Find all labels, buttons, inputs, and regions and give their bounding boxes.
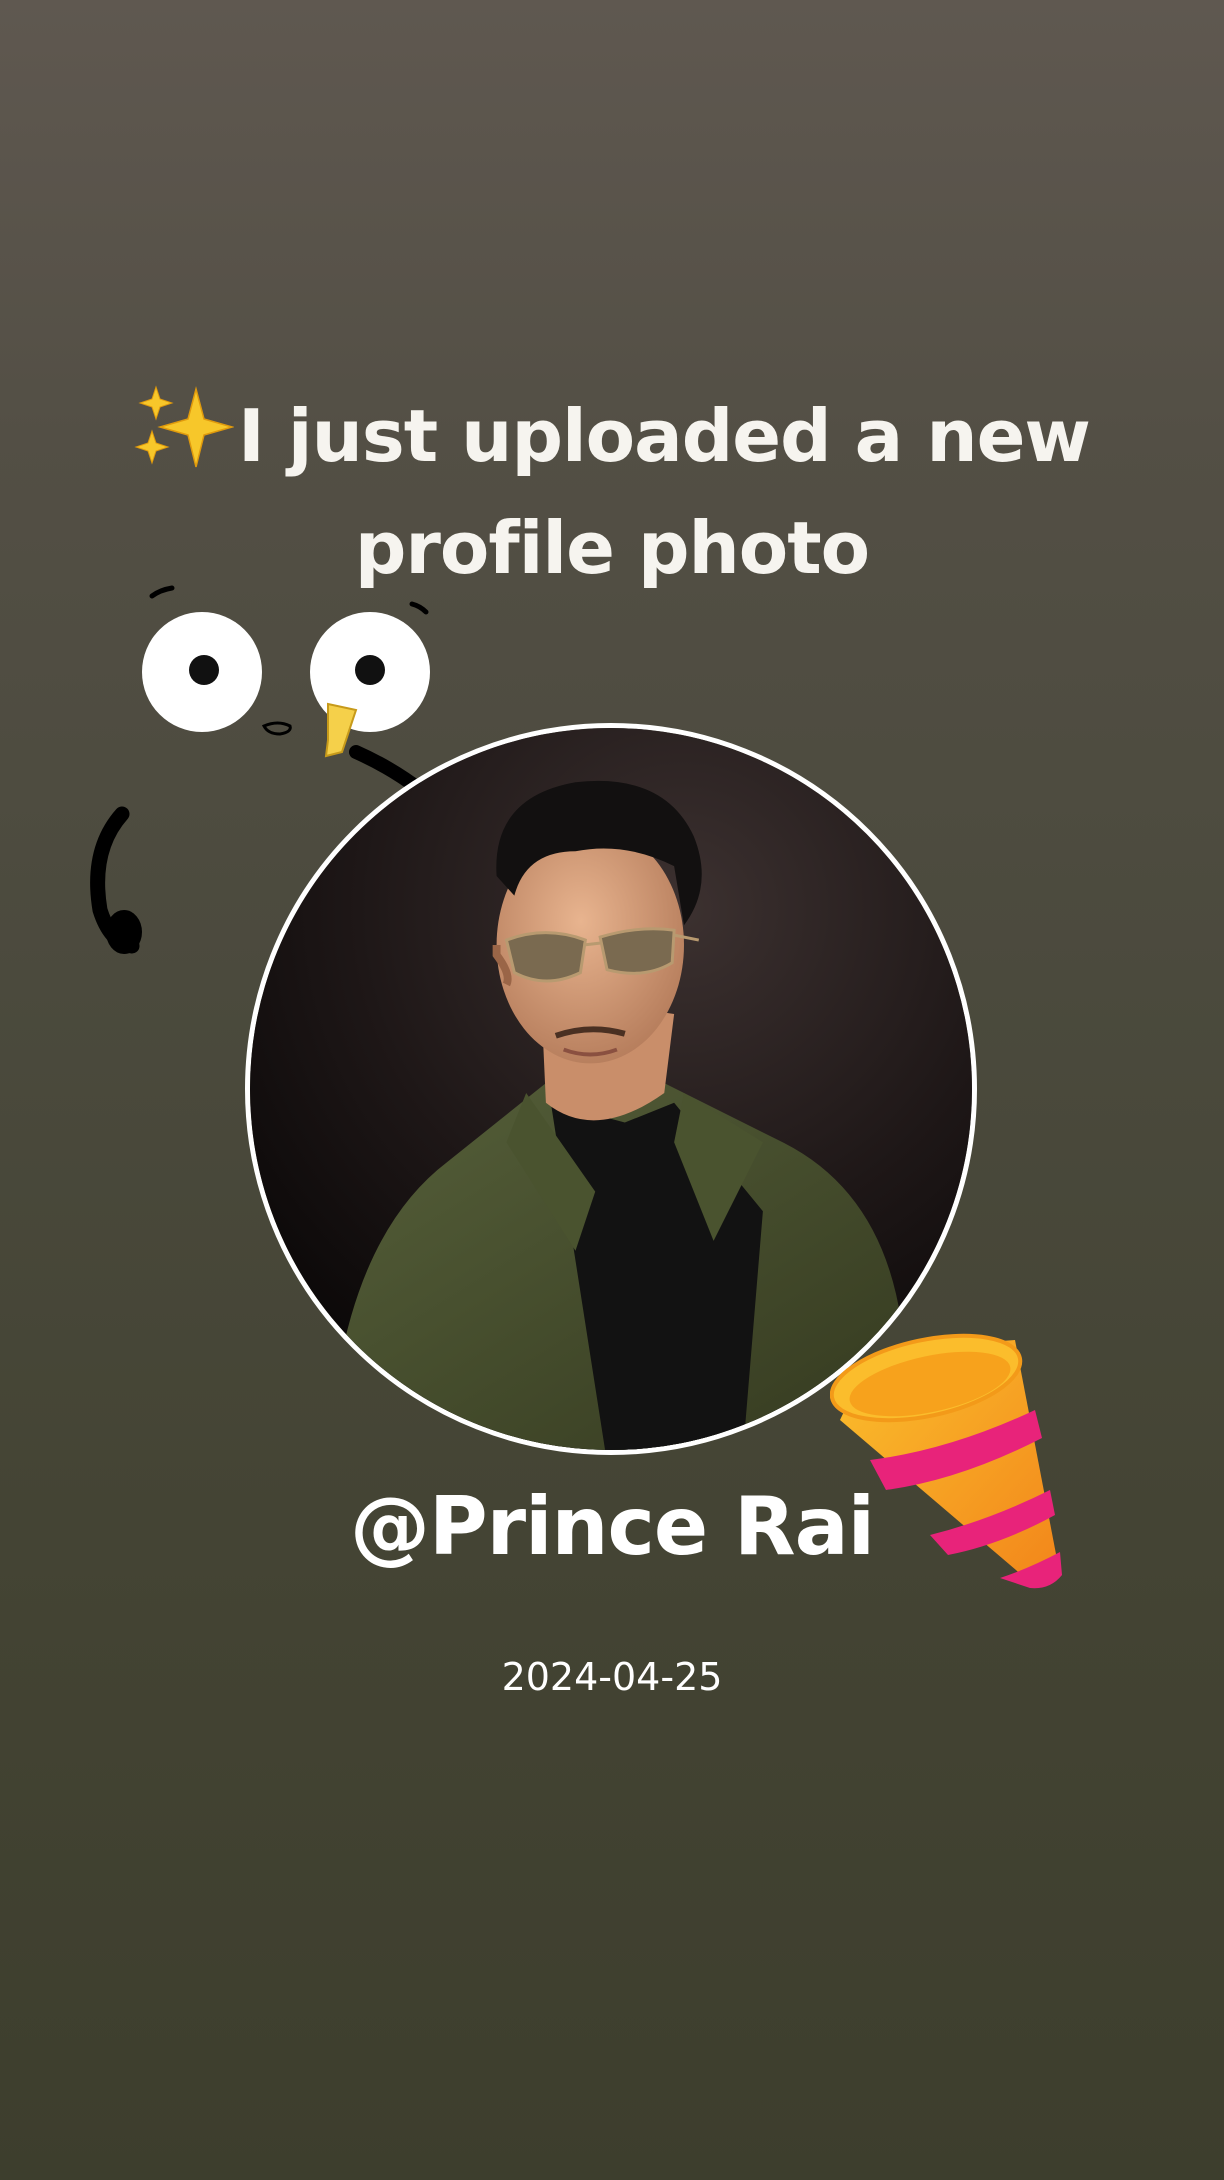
story-canvas: I just uploaded a new profile photo @Pri…: [0, 0, 1224, 2180]
sparkles-icon: [134, 385, 235, 468]
story-headline: I just uploaded a new profile photo: [60, 380, 1164, 604]
post-date: 2024-04-25: [501, 1655, 723, 1699]
username-handle: @Prince Rai: [350, 1480, 875, 1573]
headline-text: I just uploaded a new profile photo: [238, 394, 1091, 590]
